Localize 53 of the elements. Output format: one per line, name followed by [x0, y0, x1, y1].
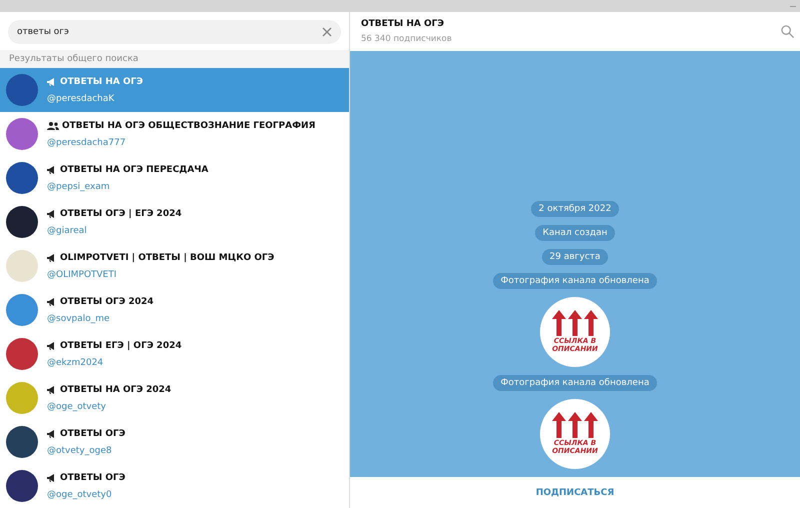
search-result[interactable]: ОТВЕТЫ ОГЭ @otvety_oge8 — [0, 420, 349, 464]
service-message: 29 августа — [542, 249, 608, 265]
result-username: @oge_otvety0 — [47, 490, 113, 500]
section-header: Результаты общего поиска — [0, 50, 349, 68]
service-message: 2 октября 2022 — [530, 201, 620, 217]
search-icon[interactable] — [781, 25, 794, 38]
megaphone-icon — [47, 210, 57, 218]
result-username: @ekzm2024 — [47, 358, 104, 368]
people-icon — [47, 122, 59, 130]
result-title: ОТВЕТЫ ОГЭ — [60, 428, 126, 438]
search-result[interactable]: ОТВЕТЫ НА ОГЭ 2024 @oge_otvety — [0, 376, 349, 420]
search-result[interactable]: ОТВЕТЫ ОГЭ 2024 @sovpalo_me — [0, 288, 349, 332]
result-title: ОТВЕТЫ НА ОГЭ — [60, 76, 144, 86]
search-result[interactable]: ОТВЕТЫ НА ОГЭ ОБЩЕСТВОЗНАНИЕ ГЕОГРАФИЯ @peresdacha777 — [0, 112, 349, 156]
search-result[interactable]: ОТВЕТЫ ОГЭ | ЕГЭ 2024 @giareal — [0, 200, 349, 244]
result-title: ОТВЕТЫ НА ОГЭ ПЕРЕСДАЧА — [60, 164, 208, 174]
result-username: @peresdachaK — [47, 94, 116, 104]
result-title: ОТВЕТЫ НА ОГЭ ОБЩЕСТВОЗНАНИЕ ГЕОГРАФИЯ — [62, 120, 316, 130]
search-result[interactable]: ОТВЕТЫ ЕГЭ | ОГЭ 2024 @ekzm2024 — [0, 332, 349, 376]
result-title: ОТВЕТЫ ОГЭ — [60, 472, 126, 482]
subscriber-count: 56 340 подписчиков — [361, 34, 452, 44]
result-username: @pepsi_exam — [47, 182, 111, 192]
result-title: ОТВЕТЫ ОГЭ | ЕГЭ 2024 — [60, 208, 182, 218]
search-result[interactable]: ОТВЕТЫ ОГЭ @oge_otvety0 — [0, 464, 349, 508]
arrows-drawing — [551, 412, 599, 438]
search-result[interactable]: OLIMPOTVETI | ОТВЕТЫ | ВОШ МЦКО ОГЭ @OLIMPOTVETI — [0, 244, 349, 288]
close-icon[interactable] — [322, 27, 332, 37]
megaphone-icon — [47, 474, 57, 482]
result-username: @peresdacha777 — [47, 138, 127, 148]
subscribe-button[interactable]: ПОДПИСАТЬСЯ — [528, 484, 622, 502]
megaphone-icon — [47, 298, 57, 306]
result-username: @sovpalo_me — [47, 314, 111, 324]
service-message: Канал создан — [534, 225, 616, 241]
megaphone-icon — [47, 78, 57, 86]
result-title: ОТВЕТЫ ЕГЭ | ОГЭ 2024 — [60, 340, 182, 350]
megaphone-icon — [47, 342, 57, 350]
result-username: @oge_otvety — [47, 402, 108, 412]
result-title: ОТВЕТЫ НА ОГЭ 2024 — [60, 384, 172, 394]
search-field[interactable]: ответы огэ — [8, 20, 341, 44]
result-title: OLIMPOTVETI | ОТВЕТЫ | ВОШ МЦКО ОГЭ — [60, 252, 274, 262]
megaphone-icon — [47, 430, 57, 438]
channel-title: ОТВЕТЫ НА ОГЭ — [361, 19, 446, 29]
result-title: ОТВЕТЫ ОГЭ 2024 — [60, 296, 154, 306]
arrows-drawing — [551, 310, 599, 336]
megaphone-icon — [47, 254, 57, 262]
service-message: Фотография канала обновлена — [492, 273, 658, 289]
result-username: @otvety_oge8 — [47, 446, 113, 456]
service-message: Фотография канала обновлена — [492, 375, 658, 391]
megaphone-icon — [47, 386, 57, 394]
megaphone-icon — [47, 166, 57, 174]
search-result[interactable]: ОТВЕТЫ НА ОГЭ ПЕРЕСДАЧА @pepsi_exam — [0, 156, 349, 200]
result-username: @giareal — [47, 226, 88, 236]
result-username: @OLIMPOTVETI — [47, 270, 118, 280]
